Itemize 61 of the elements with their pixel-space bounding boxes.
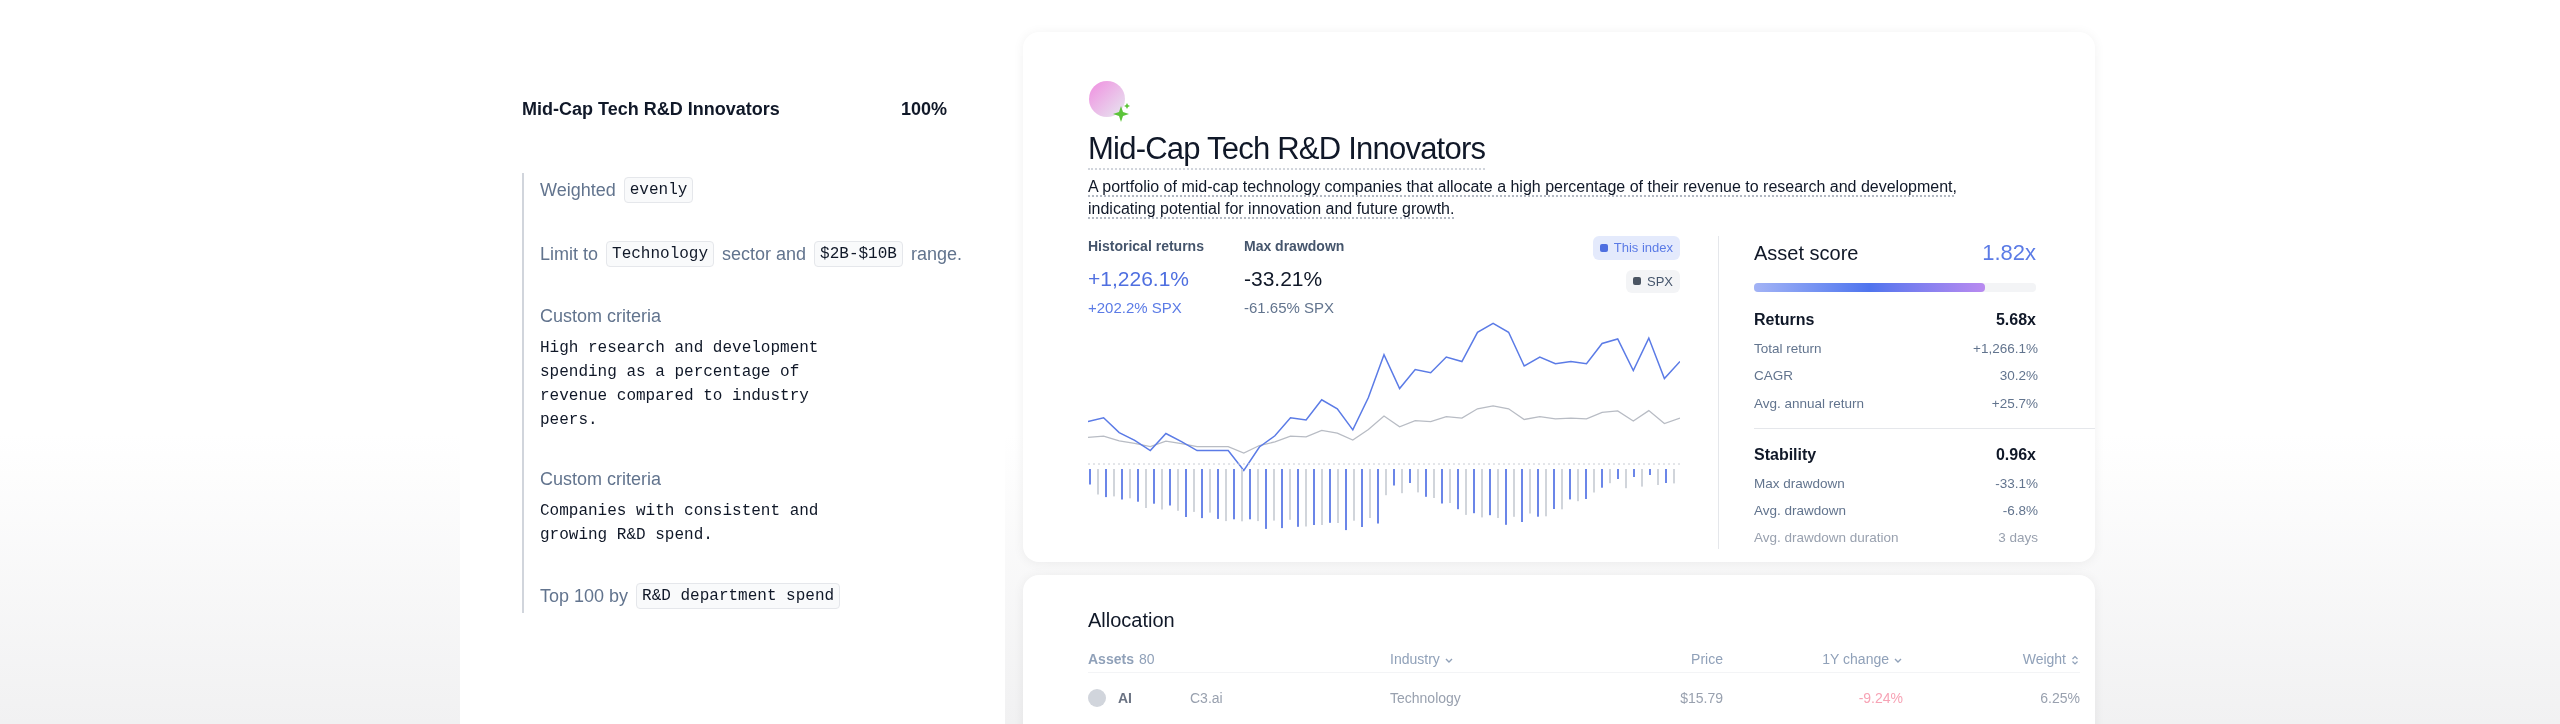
stat-label: Historical returns [1088, 237, 1205, 256]
index-title: Mid-Cap Tech R&D Innovators [1088, 130, 1486, 170]
price-cell-text: $15.79 [1679, 688, 1723, 708]
asset-score-label: Asset score [1754, 240, 1859, 266]
stat-label: Max drawdown [1244, 237, 1346, 256]
stat-value: -33.21% [1244, 266, 1324, 292]
metric-value: 30.2% [1999, 367, 2038, 386]
metric-value: +25.7% [1991, 394, 2038, 413]
company-name: C3.ai [1190, 688, 1223, 708]
sort-icon[interactable] [2070, 654, 2080, 665]
metric-label: CAGR [1754, 367, 1793, 386]
metric-value: -6.8% [2002, 502, 2038, 520]
criteria-text: Top 100 by [540, 585, 629, 608]
metric-value: -33.1% [1995, 474, 2038, 493]
column-header[interactable]: Price [1691, 649, 1723, 670]
criteria-value: $2B-$10B [814, 241, 903, 267]
criteria-text: range. [910, 243, 962, 266]
criteria-text: Limit to [540, 243, 599, 266]
criteria-label: Custom criteria [540, 468, 663, 491]
metric-value: 3 days [1998, 529, 2038, 548]
legend-chip[interactable]: SPX [1626, 269, 1680, 293]
benchmark-value: +202.2% SPX [1088, 297, 1183, 318]
industry-cell-text: Technology [1390, 688, 1462, 708]
column-header[interactable]: Weight [2022, 649, 2066, 670]
legend-chip[interactable]: This index [1592, 236, 1680, 260]
group-title: Stability [1754, 444, 1817, 465]
metric-label: Avg. annual return [1754, 394, 1865, 413]
ticker: AI [1118, 688, 1133, 708]
criteria-description: Companies with consistent and growing R&D spend. [540, 501, 820, 546]
group-score: 0.96x [1995, 444, 2036, 465]
criteria-value: evenly [623, 177, 694, 203]
criteria-value: Technology [606, 241, 715, 267]
benchmark-value: -61.65% SPX [1244, 297, 1336, 318]
stat-value: +1,226.1% [1088, 266, 1190, 292]
sparkle-avatar-icon [1088, 80, 1132, 124]
metric-label: Max drawdown [1754, 474, 1845, 493]
criteria-value: R&D department spend [636, 583, 841, 609]
company-logo-icon [1088, 689, 1106, 707]
legend-label: This index [1613, 239, 1673, 257]
column-header[interactable]: Industry [1390, 649, 1440, 670]
legend-label: SPX [1647, 272, 1673, 291]
criteria-text: Weighted [540, 179, 616, 202]
index-description: A portfolio of mid-cap technology companies that allocate a high percentage of their revenue to research and development, indicating potential for innovation and future growth. [1088, 177, 1958, 219]
criteria-description: High research and development spending as a percentage of revenue compared to industry peers. [540, 338, 820, 431]
metric-value: +1,266.1% [1973, 340, 2038, 358]
criteria-text: sector and [722, 243, 807, 266]
metric-label: Avg. drawdown [1754, 502, 1847, 520]
allocation-title: Allocation [1088, 608, 1176, 633]
change-cell-text: -9.24% [1857, 688, 1903, 708]
weight-percent: 100% [900, 98, 947, 121]
asset-score-value: 1.82x [1982, 239, 2036, 267]
column-header[interactable]: 1Y change [1822, 649, 1889, 670]
metric-label: Total return [1754, 340, 1822, 358]
group-score: 5.68x [1995, 310, 2036, 330]
portfolio-title: Mid-Cap Tech R&D Innovators [522, 98, 780, 121]
weight-cell-text: 6.25% [2039, 688, 2080, 708]
column-header: Assets [1088, 650, 1134, 669]
criteria-label: Custom criteria [540, 305, 663, 328]
metric-label: Avg. drawdown duration [1754, 529, 1899, 548]
group-title: Returns [1754, 310, 1815, 330]
asset-count: 80 [1138, 650, 1155, 669]
